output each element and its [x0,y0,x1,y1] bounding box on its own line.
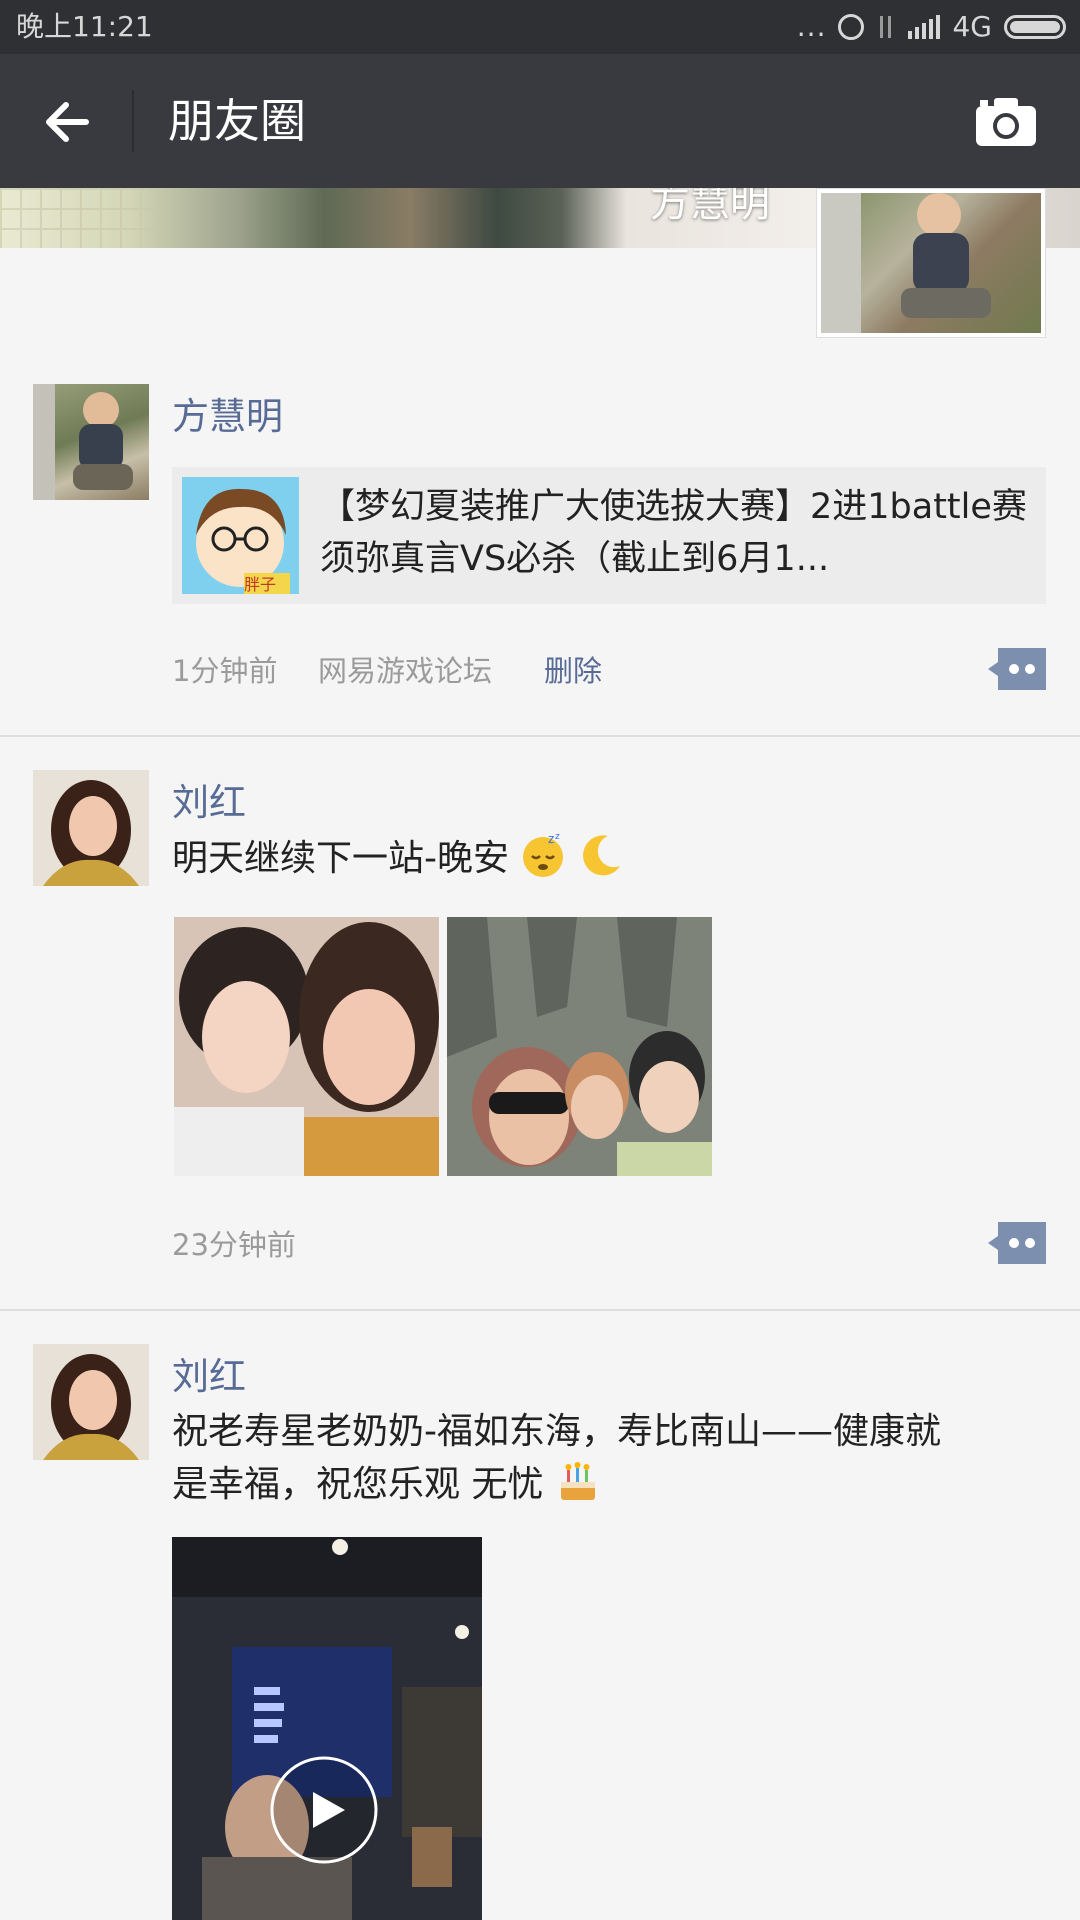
comment-action-icon[interactable] [988,1222,1046,1264]
crescent-moon-icon [582,835,620,876]
more-dots-icon: ... [796,10,827,43]
svg-text:z: z [555,832,560,842]
post-time: 1分钟前 [172,654,278,688]
camera-icon[interactable] [974,96,1038,148]
post-text-line-2: 是幸福，祝您乐观 无忧 [172,1458,1032,1511]
author-name[interactable]: 方慧明 [172,386,283,440]
alarm-icon [838,14,865,40]
post-video[interactable] [172,1537,482,1920]
title-divider [132,90,134,152]
status-bar: 晚上11:21 ... 4G [0,0,1080,54]
selfie-photo-icon [174,917,439,1176]
back-arrow-icon[interactable] [38,92,98,152]
woman-avatar-icon [33,1344,149,1460]
comment-action-icon[interactable] [988,648,1046,690]
data-transfer-icon [876,14,896,40]
author-name[interactable]: 刘红 [172,1346,246,1400]
post-text-line-2-content: 是幸福，祝您乐观 无忧 [172,1464,544,1505]
post-text-line-1: 祝老寿星老奶奶-福如东海，寿比南山——健康就 [172,1411,941,1452]
post-source[interactable]: 网易游戏论坛 [318,648,492,690]
network-type: 4G [952,10,992,43]
post-divider [0,1309,1080,1311]
author-avatar[interactable] [33,1344,149,1460]
post-text: 明天继续下一站-晚安 z z [172,832,1032,885]
thumbnail-label: 胖子 [244,575,277,594]
sleepy-face-icon: z z [523,832,564,877]
author-avatar[interactable] [33,384,149,500]
birthday-cake-icon [560,1462,595,1500]
title-bar: 朋友圈 [0,54,1080,188]
signal-icon [908,15,941,39]
post-photo[interactable] [174,917,439,1176]
cover-avatar-photo [821,193,1041,333]
author-name[interactable]: 刘红 [172,772,246,826]
cover-pattern [0,188,160,248]
svg-text:z: z [548,832,554,846]
shared-link-title: 【梦幻夏装推广大使选拔大赛】2进1battle赛 须弥真言VS必杀（截止到6月1… [320,487,1027,579]
delete-link[interactable]: 删除 [544,648,602,690]
shared-link-card[interactable]: 胖子 【梦幻夏装推广大使选拔大赛】2进1battle赛 须弥真言VS必杀（截止到… [172,467,1046,604]
woman-avatar-icon [33,770,149,886]
post-text-content: 明天继续下一站-晚安 [172,838,509,879]
group-photo-icon [447,917,712,1176]
status-icons: ... 4G [797,0,1066,54]
battery-icon [1004,15,1066,39]
author-avatar[interactable] [33,770,149,886]
cover-owner-name: 方慧明 [650,188,770,226]
boy-photo-icon [821,193,991,333]
post-photo[interactable] [447,917,712,1176]
shared-link-thumbnail: 胖子 [182,477,299,594]
cover-avatar[interactable] [816,188,1046,338]
play-icon[interactable] [269,1755,379,1865]
status-time: 晚上11:21 [16,10,153,43]
post-text: 祝老寿星老奶奶-福如东海，寿比南山——健康就 是幸福，祝您乐观 无忧 [172,1406,1032,1511]
boy-avatar-icon [33,384,133,500]
page-title: 朋友圈 [168,94,306,148]
battery-fill [1010,21,1060,33]
post-divider [0,735,1080,737]
cartoon-face-icon [182,477,299,594]
post-time: 23分钟前 [172,1228,296,1262]
